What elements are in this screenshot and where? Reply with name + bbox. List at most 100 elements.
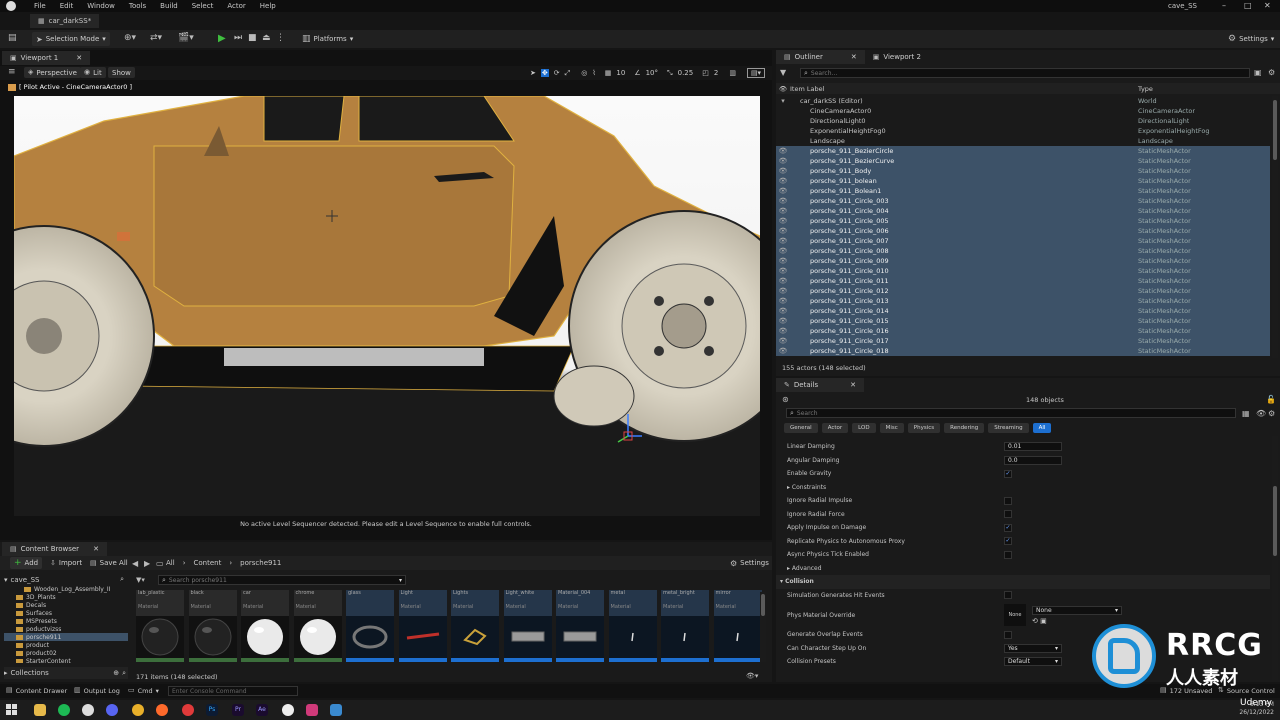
app3-icon[interactable] (330, 704, 342, 716)
add-button[interactable]: + Add (10, 557, 43, 569)
visibility-icon[interactable]: 👁 (776, 337, 790, 345)
save-icon[interactable]: ▤ (8, 34, 17, 43)
outliner-scrollbar[interactable] (1272, 96, 1278, 358)
save-all-button[interactable]: ▤ Save All (86, 557, 132, 569)
unreal-engine-icon[interactable] (282, 704, 294, 716)
collision-header[interactable]: ▾ Collision (776, 575, 1270, 589)
windows-start-icon[interactable] (6, 704, 17, 715)
asset-tile[interactable]: Lights Material (451, 590, 499, 662)
close-icon[interactable]: ✕ (851, 53, 857, 61)
stop-icon[interactable]: ■ (248, 34, 257, 43)
cmd-dropdown[interactable]: ▭ Cmd ▾ (128, 686, 159, 695)
add-collection-icon[interactable]: ⊕ (113, 669, 119, 677)
content-drawer-button[interactable]: ▤ Content Drawer (6, 686, 67, 695)
asset-tile[interactable]: mirror Material (713, 590, 762, 662)
settings-icon[interactable]: ⚙ (1268, 68, 1275, 77)
property-select[interactable]: Default ▾ (1004, 657, 1062, 667)
select-tool-icon[interactable]: ➤ (530, 69, 536, 77)
visibility-icon[interactable]: 👁 (776, 177, 790, 185)
menu-select[interactable]: Select (192, 2, 214, 10)
folder-item[interactable]: 3D_Plants (4, 593, 128, 601)
visibility-icon[interactable]: 👁 (776, 277, 790, 285)
outliner-row[interactable]: 👁 porsche_911_Circle_003 StaticMeshActor (776, 196, 1270, 206)
close-window-icon[interactable]: ✕ (1264, 1, 1271, 10)
visibility-icon[interactable]: 👁 (776, 227, 790, 235)
asset-tile[interactable]: lab_plastic Material (136, 590, 184, 662)
selection-mode-dropdown[interactable]: ➤ Selection Mode ▾ (32, 32, 110, 46)
eject-icon[interactable]: ⏏ (262, 34, 271, 43)
grid-view-icon[interactable]: ▦ (1242, 409, 1250, 418)
breadcrumb-all[interactable]: All (166, 559, 175, 567)
camera-speed-value[interactable]: 2 (714, 69, 718, 77)
visibility-icon[interactable]: 👁 (776, 167, 790, 175)
asset-tile[interactable]: Light Material (398, 590, 447, 662)
property-checkbox[interactable] (1004, 496, 1012, 505)
breadcrumb-porsche911[interactable]: porsche911 (240, 559, 281, 567)
folder-item[interactable]: Surfaces (4, 609, 128, 617)
menu-window[interactable]: Window (87, 2, 115, 10)
close-icon[interactable]: ✕ (76, 54, 82, 62)
search-icon[interactable]: ⌕ (122, 669, 126, 678)
close-icon[interactable]: ✕ (93, 545, 99, 553)
layout-icon[interactable]: ▥ (729, 69, 736, 77)
grid-snap-value[interactable]: 10 (616, 69, 625, 77)
discord-icon[interactable] (106, 704, 118, 716)
asset-tile[interactable]: Material_004 Material (556, 590, 604, 662)
outliner-row[interactable]: 👁 porsche_911_Circle_012 StaticMeshActor (776, 286, 1270, 296)
output-log-button[interactable]: ▥ Output Log (74, 686, 120, 695)
outliner-row[interactable]: 👁 porsche_911_Circle_014 StaticMeshActor (776, 306, 1270, 316)
outliner-row[interactable]: 👁 porsche_911_Body StaticMeshActor (776, 166, 1270, 176)
viewport-tab[interactable]: ▣ Viewport 1 ✕ (2, 51, 91, 65)
visibility-icon[interactable]: 👁 (776, 257, 790, 265)
blender-icon[interactable] (156, 704, 168, 716)
menu-help[interactable]: Help (260, 2, 276, 10)
details-search-input[interactable]: ⌕ Search (786, 408, 1236, 418)
eye-icon[interactable]: 👁 (1256, 409, 1266, 418)
show-button[interactable]: Show (108, 67, 135, 78)
browse-icon[interactable]: ⟲ ▣ (1032, 617, 1122, 625)
filter-tab-physics[interactable]: Physics (907, 423, 941, 433)
search-icon[interactable]: ⌕ (120, 575, 124, 584)
outliner-row[interactable]: 👁 porsche_911_Circle_018 StaticMeshActor (776, 346, 1270, 356)
scale-snap-value[interactable]: 0.25 (678, 69, 694, 77)
folder-item[interactable]: MSPresets (4, 617, 128, 625)
outliner-row[interactable]: 👁 porsche_911_Circle_013 StaticMeshActor (776, 296, 1270, 306)
settings-button[interactable]: ⚙ Settings ▾ (1224, 32, 1278, 46)
visibility-icon[interactable]: 👁 (776, 207, 790, 215)
import-button[interactable]: ⇩ Import (46, 557, 86, 569)
outliner-row[interactable]: CineCameraActor0 CineCameraActor (776, 106, 1270, 116)
after-effects-icon[interactable]: Ae (256, 704, 268, 716)
folder-item[interactable]: poductvizss (4, 625, 128, 633)
property-checkbox[interactable]: ✓ (1004, 537, 1012, 546)
breadcrumb-content[interactable]: Content (194, 559, 222, 567)
grid-snap-icon[interactable]: ▦ (605, 69, 612, 77)
asset-tile[interactable]: chrome Material (293, 590, 342, 662)
visibility-icon[interactable]: 👁 (776, 217, 790, 225)
outliner-row[interactable]: 👁 porsche_911_BezierCircle StaticMeshActor (776, 146, 1270, 156)
outliner-row[interactable]: 👁 porsche_911_Circle_011 StaticMeshActor (776, 276, 1270, 286)
camera-icon[interactable] (8, 83, 16, 91)
file-explorer-icon[interactable] (34, 704, 46, 716)
visibility-icon[interactable]: 👁 (776, 187, 790, 195)
details-tab[interactable]: ✎ Details ✕ (776, 378, 865, 392)
viewport2-tab[interactable]: ▣ Viewport 2 (865, 50, 929, 64)
filter-tab-all[interactable]: All (1032, 423, 1052, 433)
spotify-icon[interactable] (58, 704, 70, 716)
menu-actor[interactable]: Actor (227, 2, 245, 10)
view-options-icon[interactable]: 👁▾ (746, 672, 758, 681)
app2-icon[interactable] (306, 704, 318, 716)
collections-section[interactable]: ▸ Collections ⊕ ⌕ (4, 667, 128, 679)
visibility-icon[interactable]: 👁 (776, 157, 790, 165)
angle-snap-icon[interactable]: ∠ (634, 69, 640, 77)
outliner-row[interactable]: 👁 porsche_911_Circle_015 StaticMeshActor (776, 316, 1270, 326)
outliner-row[interactable]: Landscape Landscape (776, 136, 1270, 146)
asset-tile[interactable]: black Material (188, 590, 237, 662)
maximize-icon[interactable]: □ (1244, 1, 1252, 10)
property-checkbox[interactable]: ✓ (1004, 523, 1012, 532)
settings-icon[interactable]: ⚙ (1268, 409, 1275, 418)
outliner-row[interactable]: 👁 porsche_911_Circle_017 StaticMeshActor (776, 336, 1270, 346)
outliner-row[interactable]: ExponentialHeightFog0 ExponentialHeightFo… (776, 126, 1270, 136)
outliner-row[interactable]: 👁 porsche_911_Circle_006 StaticMeshActor (776, 226, 1270, 236)
details-scroll-thumb[interactable] (1273, 486, 1277, 556)
outliner-row[interactable]: 👁 porsche_911_Circle_016 StaticMeshActor (776, 326, 1270, 336)
